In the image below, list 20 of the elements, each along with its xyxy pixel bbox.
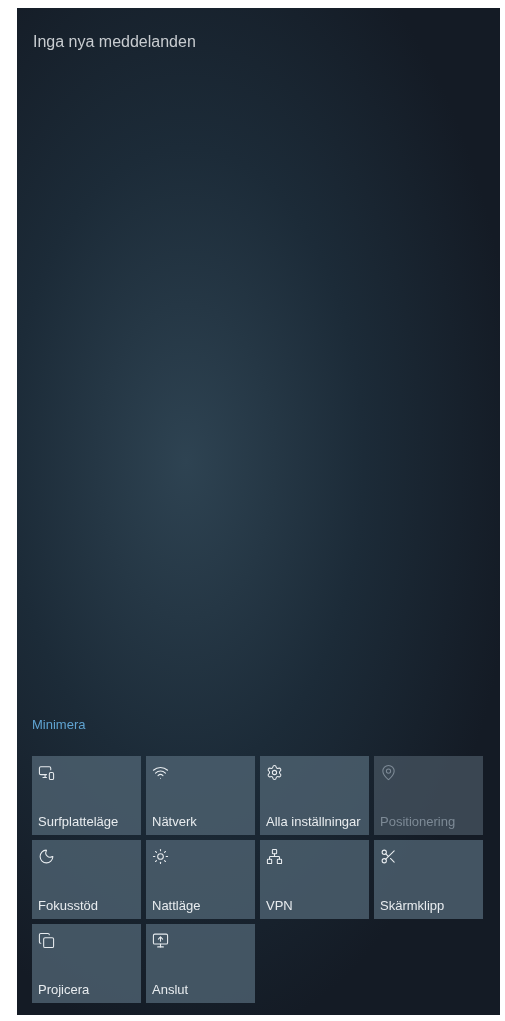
- settings-icon: [266, 764, 283, 781]
- quick-action-tile[interactable]: Nattläge: [146, 840, 255, 919]
- location-pin-icon: [380, 764, 397, 781]
- notifications-heading: Inga nya meddelanden: [33, 33, 196, 50]
- monitor-device-icon: [152, 932, 169, 949]
- quick-action-tile[interactable]: Skärmklipp: [374, 840, 483, 919]
- sun-icon: [152, 848, 169, 865]
- quick-action-tile[interactable]: Fokusstöd: [32, 840, 141, 919]
- collapse-link[interactable]: Minimera: [32, 717, 86, 732]
- moon-icon: [38, 848, 55, 865]
- quick-action-tile[interactable]: VPN: [260, 840, 369, 919]
- screens-icon: [38, 932, 55, 949]
- quick-action-tile[interactable]: Projicera: [32, 924, 141, 1003]
- quick-action-tile[interactable]: Anslut: [146, 924, 255, 1003]
- quick-action-tile[interactable]: Nätverk: [146, 756, 255, 835]
- network-icon: [266, 848, 283, 865]
- wifi-icon: [152, 764, 169, 781]
- scissors-icon: [380, 848, 397, 865]
- quick-action-tile[interactable]: Alla inställningar: [260, 756, 369, 835]
- quick-action-tile[interactable]: Surfplatteläge: [32, 756, 141, 835]
